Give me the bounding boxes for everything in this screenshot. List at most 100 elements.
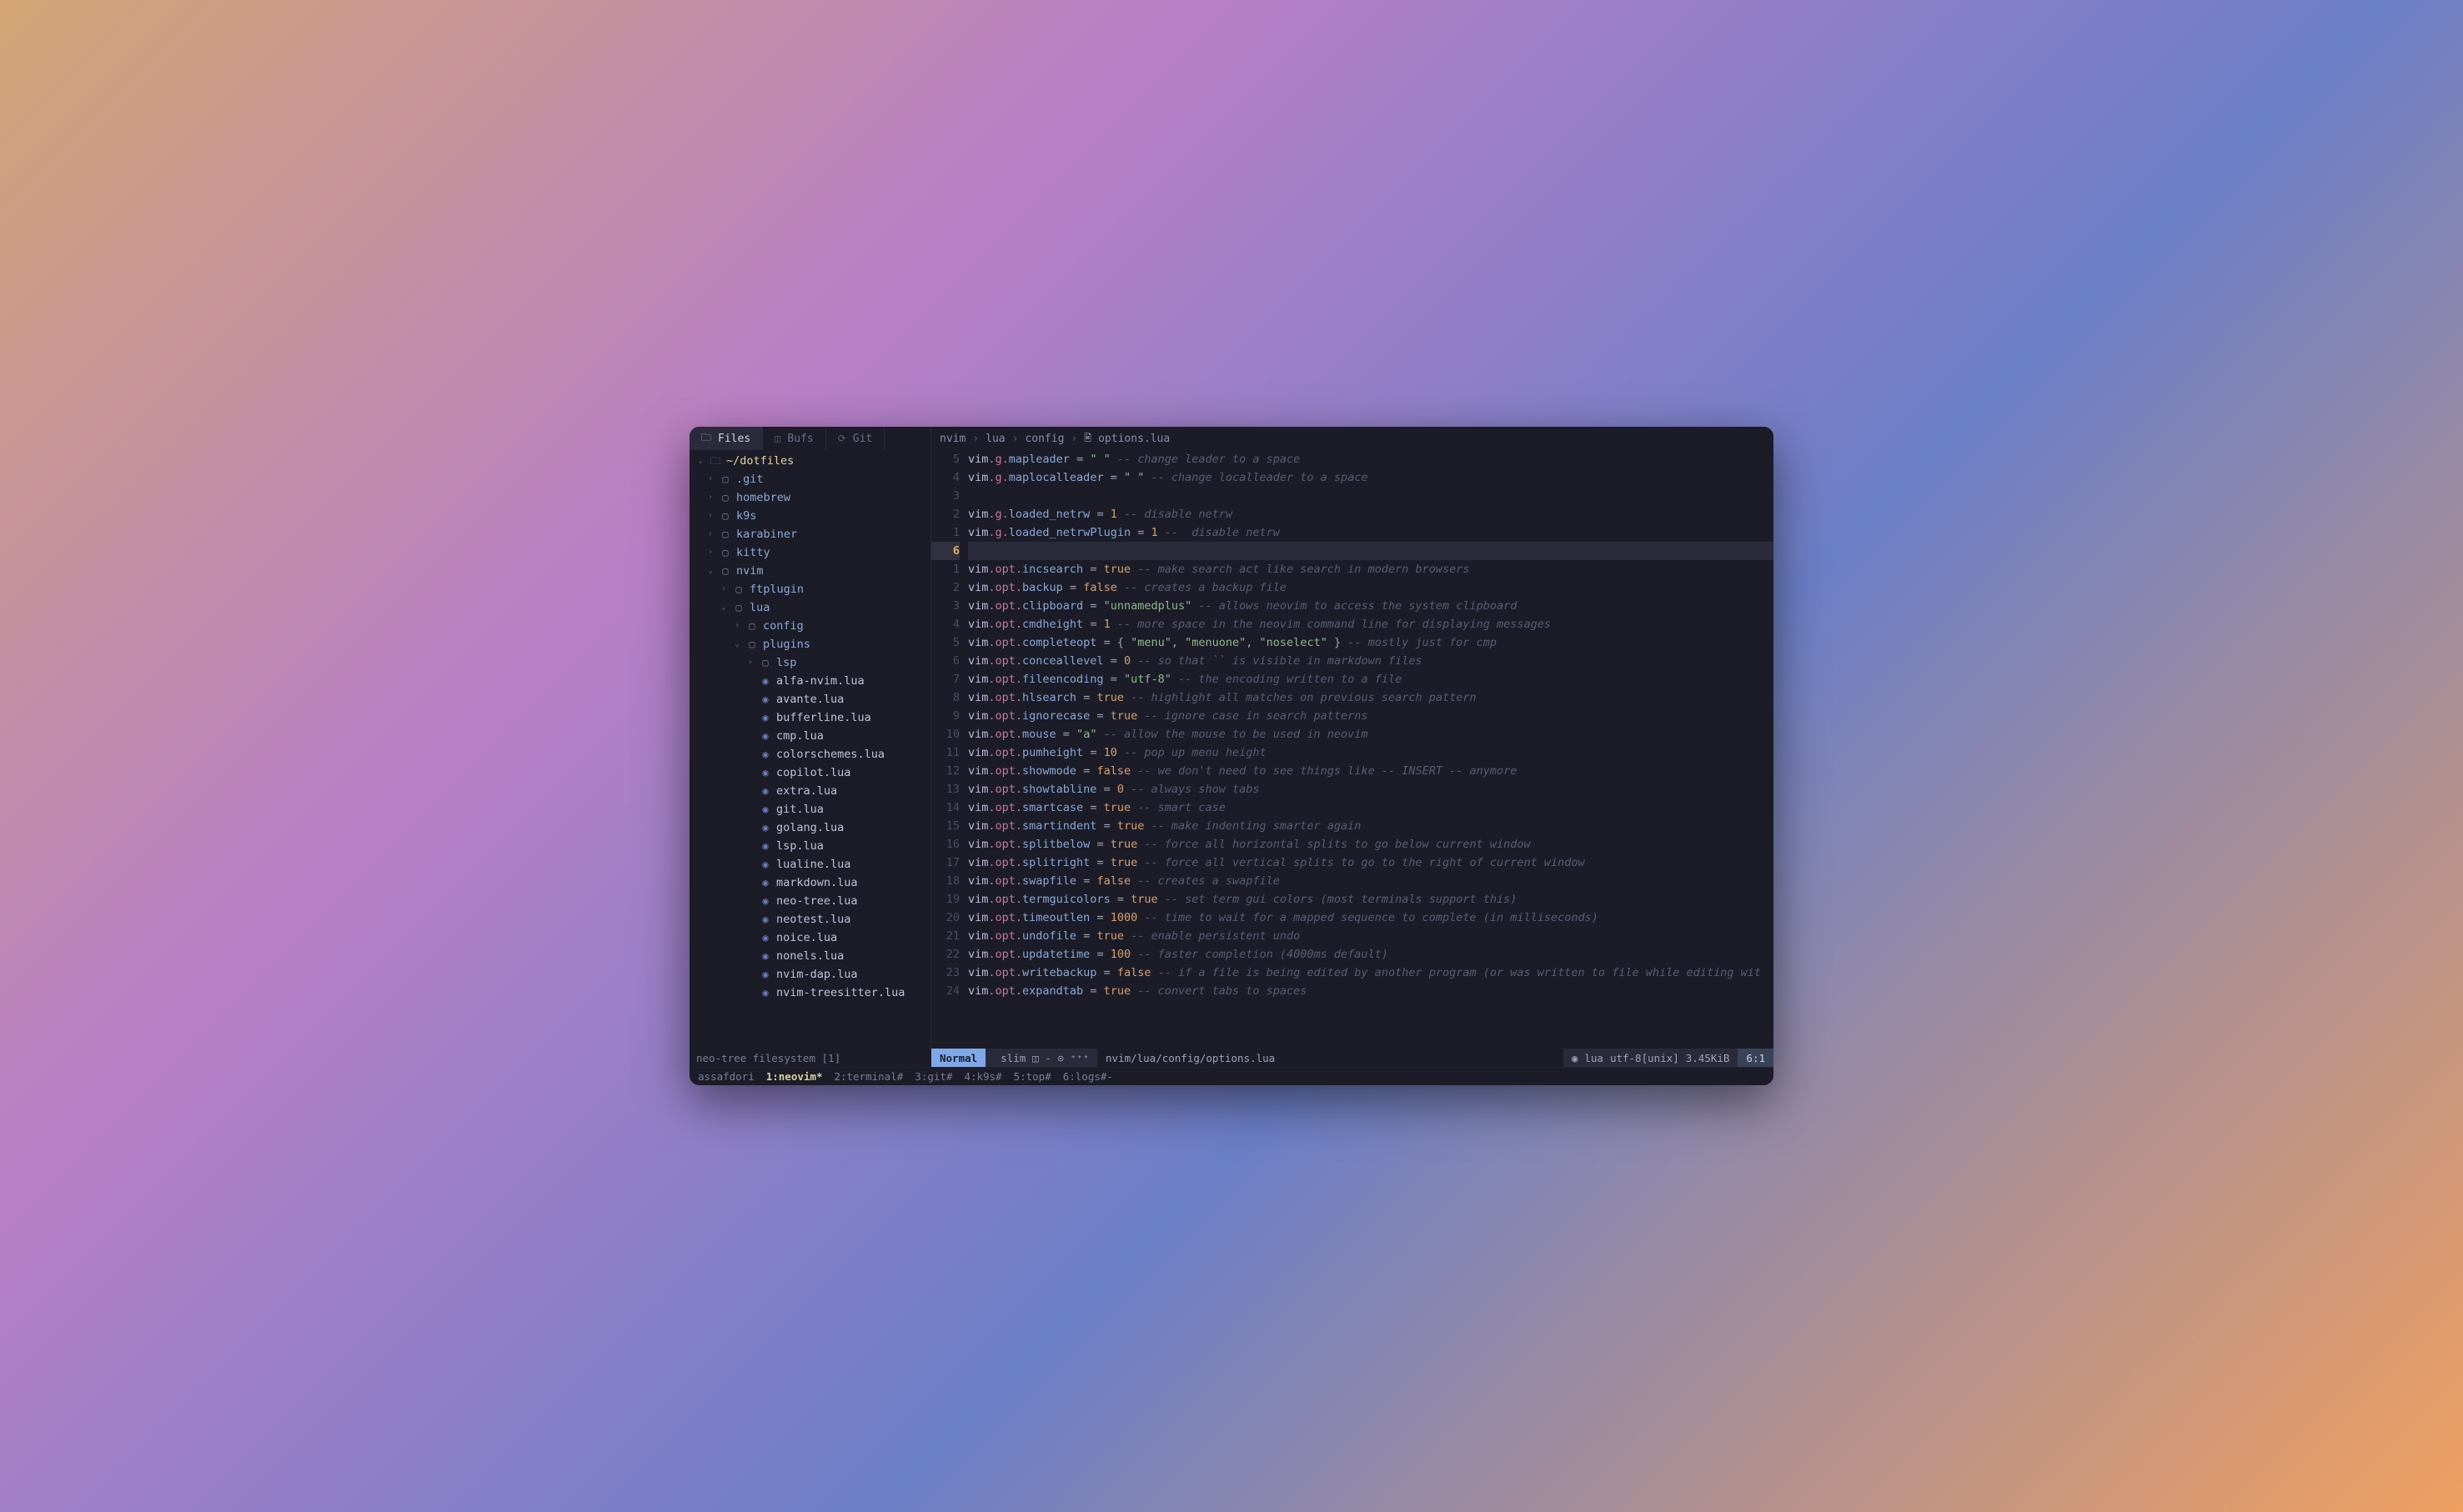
breadcrumb-filename[interactable]: options.lua xyxy=(1098,433,1170,445)
lua-file-icon: ◉ xyxy=(760,672,771,690)
code-line[interactable]: vim.opt.incsearch = true -- make search … xyxy=(968,560,1773,578)
tree-folder[interactable]: ⌄▢lua xyxy=(695,598,926,617)
code-line[interactable]: vim.opt.showmode = false -- we don't nee… xyxy=(968,762,1773,780)
tree-label: cmp.lua xyxy=(776,727,824,745)
code-line[interactable]: vim.opt.splitright = true -- force all v… xyxy=(968,854,1773,872)
tmux-window[interactable]: 1:neovim* xyxy=(766,1070,823,1083)
tree-file[interactable]: ◉lsp.lua xyxy=(695,837,926,855)
line-number: 6 xyxy=(931,542,960,560)
tree-root[interactable]: ⌄🗀~/dotfiles xyxy=(695,452,926,470)
tree-file[interactable]: ◉copilot.lua xyxy=(695,764,926,782)
code-line[interactable]: vim.opt.showtabline = 0 -- always show t… xyxy=(968,780,1773,799)
code-line[interactable]: vim.opt.clipboard = "unnamedplus" -- all… xyxy=(968,597,1773,615)
code-line[interactable]: vim.opt.hlsearch = true -- highlight all… xyxy=(968,688,1773,707)
line-number: 2 xyxy=(931,505,960,523)
line-number: 12 xyxy=(931,762,960,780)
tree-folder[interactable]: ›▢homebrew xyxy=(695,488,926,507)
sidebar-tab-bufs[interactable]: ◫Bufs xyxy=(763,427,826,450)
code-line[interactable]: vim.opt.mouse = "a" -- allow the mouse t… xyxy=(968,725,1773,743)
code-line[interactable]: vim.opt.ignorecase = true -- ignore case… xyxy=(968,707,1773,725)
code-line[interactable]: vim.opt.cmdheight = 1 -- more space in t… xyxy=(968,615,1773,633)
chevron-right-icon: › xyxy=(706,525,715,543)
code-line[interactable]: vim.opt.backup = false -- creates a back… xyxy=(968,578,1773,597)
lua-file-icon: ◉ xyxy=(760,764,771,782)
tree-folder[interactable]: ›▢lsp xyxy=(695,653,926,672)
breadcrumb-segment[interactable]: nvim xyxy=(940,433,966,445)
code-line[interactable]: vim.opt.splitbelow = true -- force all h… xyxy=(968,835,1773,854)
tmux-window[interactable]: 2:terminal# xyxy=(834,1070,903,1083)
code-area[interactable]: 5432161234567891011121314151617181920212… xyxy=(931,450,1773,1049)
tree-file[interactable]: ◉nvim-dap.lua xyxy=(695,965,926,984)
code-line[interactable]: vim.g.maplocalleader = " " -- change loc… xyxy=(968,468,1773,487)
tree-file[interactable]: ◉golang.lua xyxy=(695,819,926,837)
git-branch: slim xyxy=(1001,1052,1026,1064)
tree-folder[interactable]: ›▢ftplugin xyxy=(695,580,926,598)
filetype-icon: ◉ xyxy=(1572,1052,1578,1064)
code-line[interactable]: vim.g.loaded_netrwPlugin = 1 -- disable … xyxy=(968,523,1773,542)
code-line[interactable]: vim.opt.undofile = true -- enable persis… xyxy=(968,927,1773,945)
sidebar-tab-files[interactable]: 🗀Files xyxy=(690,427,763,450)
code-line[interactable]: vim.opt.writebackup = false -- if a file… xyxy=(968,964,1773,982)
lua-file-icon: ◉ xyxy=(760,745,771,764)
tree-file[interactable]: ◉markdown.lua xyxy=(695,874,926,892)
tree-label: nvim-dap.lua xyxy=(776,965,858,984)
file-tree[interactable]: ⌄🗀~/dotfiles›▢.git›▢homebrew›▢k9s›▢karab… xyxy=(690,450,931,1049)
code-line[interactable] xyxy=(968,487,1773,505)
lua-file-icon: ◉ xyxy=(760,855,771,874)
code-line[interactable]: vim.opt.completeopt = { "menu", "menuone… xyxy=(968,633,1773,652)
code-line[interactable] xyxy=(968,542,1773,560)
tree-file[interactable]: ◉avante.lua xyxy=(695,690,926,708)
tmux-window[interactable]: 5:top# xyxy=(1014,1070,1051,1083)
code-line[interactable]: vim.g.loaded_netrw = 1 -- disable netrw xyxy=(968,505,1773,523)
line-number: 21 xyxy=(931,927,960,945)
code-line[interactable]: vim.opt.expandtab = true -- convert tabs… xyxy=(968,982,1773,1000)
tree-folder[interactable]: ›▢kitty xyxy=(695,543,926,562)
tree-label: karabiner xyxy=(736,525,797,543)
sidebar-tab-git[interactable]: ⟳Git xyxy=(826,427,885,450)
tree-file[interactable]: ◉noice.lua xyxy=(695,929,926,947)
fileinfo-segment: ◉ lua utf-8[unix] 3.45KiB xyxy=(1563,1049,1738,1067)
breadcrumb-segment[interactable]: lua xyxy=(986,433,1005,445)
tree-folder[interactable]: ›▢config xyxy=(695,617,926,635)
code-line[interactable]: vim.opt.conceallevel = 0 -- so that `` i… xyxy=(968,652,1773,670)
tree-file[interactable]: ◉cmp.lua xyxy=(695,727,926,745)
tree-file[interactable]: ◉extra.lua xyxy=(695,782,926,800)
line-number: 18 xyxy=(931,872,960,890)
code-line[interactable]: vim.opt.updatetime = 100 -- faster compl… xyxy=(968,945,1773,964)
code-line[interactable]: vim.opt.timeoutlen = 1000 -- time to wai… xyxy=(968,909,1773,927)
tmux-statusline[interactable]: assafdori1:neovim*2:terminal#3:git#4:k9s… xyxy=(690,1067,1773,1085)
breadcrumb[interactable]: nvim›lua›config›🖹options.lua xyxy=(931,427,1773,450)
code-line[interactable]: vim.opt.smartindent = true -- make inden… xyxy=(968,817,1773,835)
code-line[interactable]: vim.opt.swapfile = false -- creates a sw… xyxy=(968,872,1773,890)
code-line[interactable]: vim.opt.pumheight = 10 -- pop up menu he… xyxy=(968,743,1773,762)
tmux-window[interactable]: 6:logs#- xyxy=(1063,1070,1113,1083)
code[interactable]: vim.g.mapleader = " " -- change leader t… xyxy=(968,450,1773,1049)
tree-folder[interactable]: ›▢k9s xyxy=(695,507,926,525)
tmux-window[interactable]: 3:git# xyxy=(915,1070,952,1083)
tree-file[interactable]: ◉lualine.lua xyxy=(695,855,926,874)
tree-file[interactable]: ◉nonels.lua xyxy=(695,947,926,965)
tree-label: config xyxy=(763,617,804,635)
tree-folder[interactable]: ⌄▢plugins xyxy=(695,635,926,653)
code-line[interactable]: vim.g.mapleader = " " -- change leader t… xyxy=(968,450,1773,468)
tree-label: avante.lua xyxy=(776,690,844,708)
lua-file-icon: ◉ xyxy=(760,837,771,855)
tree-file[interactable]: ◉bufferline.lua xyxy=(695,708,926,727)
tree-folder[interactable]: ›▢karabiner xyxy=(695,525,926,543)
tree-folder[interactable]: ›▢.git xyxy=(695,470,926,488)
editor-pane: nvim›lua›config›🖹options.lua 54321612345… xyxy=(931,427,1773,1049)
tree-file[interactable]: ◉nvim-treesitter.lua xyxy=(695,984,926,1002)
code-line[interactable]: vim.opt.fileencoding = "utf-8" -- the en… xyxy=(968,670,1773,688)
tree-folder[interactable]: ⌄▢nvim xyxy=(695,562,926,580)
code-line[interactable]: vim.opt.smartcase = true -- smart case xyxy=(968,799,1773,817)
line-number: 16 xyxy=(931,835,960,854)
tree-file[interactable]: ◉colorschemes.lua xyxy=(695,745,926,764)
tree-file[interactable]: ◉alfa-nvim.lua xyxy=(695,672,926,690)
code-line[interactable]: vim.opt.termguicolors = true -- set term… xyxy=(968,890,1773,909)
breadcrumb-segment[interactable]: config xyxy=(1025,433,1064,445)
tmux-window[interactable]: 4:k9s# xyxy=(964,1070,1001,1083)
tree-file[interactable]: ◉git.lua xyxy=(695,800,926,819)
lua-file-icon: ◉ xyxy=(760,819,771,837)
tree-file[interactable]: ◉neotest.lua xyxy=(695,910,926,929)
tree-file[interactable]: ◉neo-tree.lua xyxy=(695,892,926,910)
